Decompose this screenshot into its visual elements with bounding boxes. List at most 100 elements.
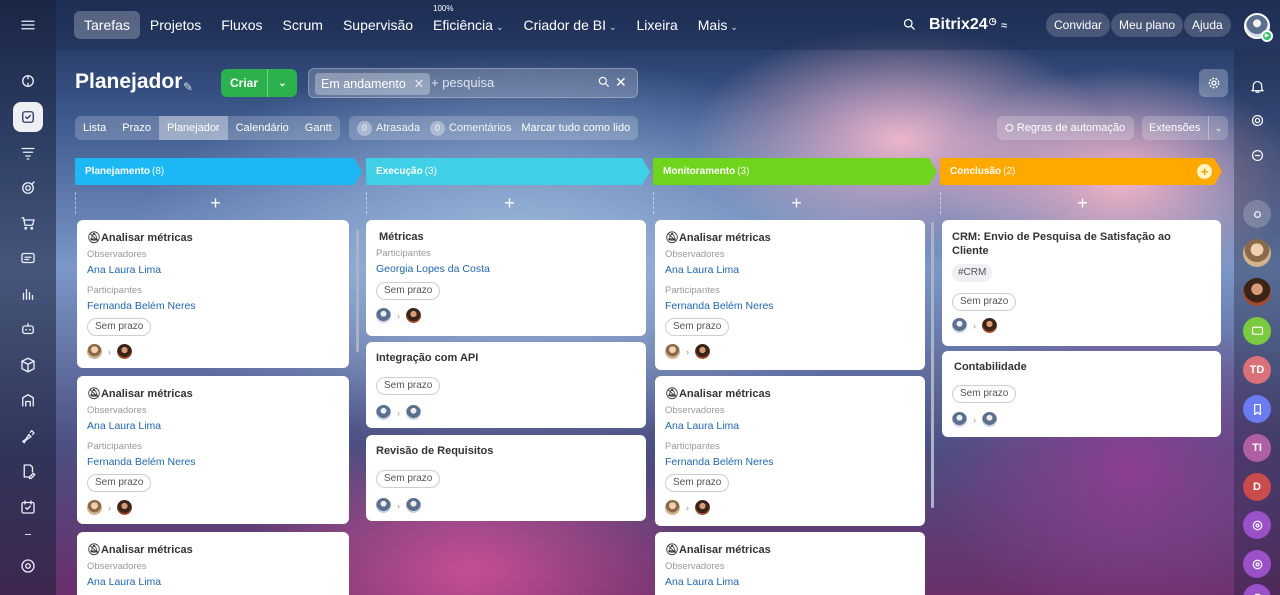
menu-icon[interactable]: [16, 13, 40, 37]
openlines-icon[interactable]: [1243, 511, 1271, 539]
avatar[interactable]: [982, 318, 997, 333]
avatar[interactable]: [406, 405, 421, 420]
avatar[interactable]: [87, 344, 102, 359]
extensions-button[interactable]: Extensões ⌄: [1142, 116, 1228, 140]
participant-link[interactable]: Fernanda Belém Neres: [87, 456, 339, 468]
task-card[interactable]: 🔕︎Analisar métricas Observadores Ana Lau…: [77, 376, 349, 524]
add-column-icon[interactable]: +: [1197, 164, 1212, 179]
task-card[interactable]: Contabilidade Sem prazo ›: [942, 351, 1221, 437]
tag-chip[interactable]: #CRM: [952, 264, 993, 282]
avatar[interactable]: [376, 498, 391, 513]
search-people-icon[interactable]: [1243, 200, 1271, 228]
counter-comments[interactable]: 0 Comentários: [430, 120, 511, 136]
column-header[interactable]: Planejamento (8): [75, 158, 362, 185]
avatar[interactable]: [952, 412, 967, 427]
automation-rules-button[interactable]: ⛭ Regras de automação: [997, 116, 1135, 140]
tab-calendario[interactable]: Calendário: [228, 116, 297, 140]
observer-link[interactable]: Ana Laura Lima: [87, 420, 339, 432]
task-card[interactable]: Revisão de Requisitos Sem prazo ›: [366, 435, 646, 521]
pin-icon[interactable]: ✎: [183, 80, 193, 94]
brand-logo[interactable]: Bitrix24◷ ≈: [929, 16, 1007, 34]
observer-link[interactable]: Ana Laura Lima: [665, 264, 915, 276]
openlines-icon[interactable]: [1243, 550, 1271, 578]
deadline-badge[interactable]: Sem prazo: [376, 470, 441, 488]
deadline-badge[interactable]: Sem prazo: [376, 282, 441, 300]
document-edit-icon[interactable]: [16, 459, 40, 483]
add-task-button[interactable]: +: [366, 192, 652, 214]
nav-item-projetos[interactable]: Projetos: [140, 11, 211, 39]
group-chat-icon[interactable]: [1243, 317, 1271, 345]
tab-lista[interactable]: Lista: [75, 116, 114, 140]
gear-icon[interactable]: [1199, 69, 1228, 97]
box-icon[interactable]: [16, 353, 40, 377]
invite-button[interactable]: Convidar: [1046, 13, 1111, 37]
task-card[interactable]: 🔕︎Analisar métricas Observadores Ana Lau…: [655, 532, 925, 595]
activity-stream-icon[interactable]: [16, 69, 40, 93]
nav-item-mais[interactable]: Mais ⌄: [688, 11, 748, 39]
sign-icon[interactable]: [16, 424, 40, 448]
chevron-down-icon[interactable]: ⌄: [268, 78, 297, 89]
tab-gantt[interactable]: Gantt: [297, 116, 340, 140]
nav-item-supervisao[interactable]: Supervisão: [333, 11, 423, 39]
observer-link[interactable]: Ana Laura Lima: [87, 576, 339, 588]
cart-icon[interactable]: [16, 211, 40, 235]
store-icon[interactable]: [16, 388, 40, 412]
contact-avatar[interactable]: [1243, 239, 1271, 267]
contact-initials[interactable]: TD: [1243, 356, 1271, 384]
avatar[interactable]: [117, 344, 132, 359]
task-card[interactable]: 🔕︎Analisar métricas Observadores Ana Lau…: [77, 532, 349, 595]
column-header[interactable]: Conclusão (2) +: [940, 158, 1222, 185]
nav-item-lixeira[interactable]: Lixeira: [627, 11, 688, 39]
deadline-badge[interactable]: Sem prazo: [665, 474, 730, 492]
deadline-badge[interactable]: Sem prazo: [665, 318, 730, 336]
participant-link[interactable]: Fernanda Belém Neres: [87, 300, 339, 312]
openlines-icon[interactable]: [1243, 584, 1271, 595]
mark-all-read-button[interactable]: Marcar tudo como lido: [521, 122, 630, 134]
avatar[interactable]: [117, 500, 132, 515]
contact-card-icon[interactable]: [16, 246, 40, 270]
deadline-badge[interactable]: Sem prazo: [952, 293, 1017, 311]
nav-item-eficiencia[interactable]: 100% Eficiência ⌄: [423, 5, 513, 39]
tasks-icon[interactable]: [13, 102, 43, 132]
add-task-button[interactable]: +: [940, 192, 1224, 214]
chevron-down-icon[interactable]: ⌄: [1208, 116, 1228, 140]
close-icon[interactable]: ✕: [414, 77, 424, 91]
tab-planejador[interactable]: Planejador: [159, 116, 228, 140]
target-icon[interactable]: [16, 176, 40, 200]
task-card[interactable]: Integração com API Sem prazo ›: [366, 342, 646, 428]
participant-link[interactable]: Georgia Lopes da Costa: [376, 263, 636, 275]
user-avatar[interactable]: ▶: [1244, 13, 1273, 42]
avatar[interactable]: [982, 412, 997, 427]
deadline-badge[interactable]: Sem prazo: [87, 474, 152, 492]
filter-stack-icon[interactable]: [16, 141, 40, 165]
deadline-badge[interactable]: Sem prazo: [952, 385, 1017, 403]
contact-initials[interactable]: TI: [1243, 434, 1271, 462]
task-card[interactable]: Métricas Participantes Georgia Lopes da …: [366, 220, 646, 336]
analytics-icon[interactable]: [16, 282, 40, 306]
avatar[interactable]: [87, 500, 102, 515]
search-input[interactable]: [431, 75, 591, 90]
filter-chip[interactable]: Em andamento ✕: [315, 73, 431, 95]
create-button-label[interactable]: Criar: [221, 69, 268, 97]
column-header[interactable]: Monitoramento (3): [653, 158, 937, 185]
avatar[interactable]: [695, 500, 710, 515]
task-card[interactable]: CRM: Envio de Pesquisa de Satisfação ao …: [942, 220, 1221, 346]
search-icon[interactable]: [597, 75, 611, 92]
search-icon[interactable]: [902, 17, 917, 35]
observer-link[interactable]: Ana Laura Lima: [87, 264, 339, 276]
deadline-badge[interactable]: Sem prazo: [376, 377, 441, 395]
copilot-icon[interactable]: [1243, 106, 1271, 134]
counter-overdue[interactable]: 0 Atrasada: [357, 120, 420, 136]
avatar[interactable]: [376, 308, 391, 323]
deadline-badge[interactable]: Sem prazo: [87, 318, 152, 336]
observer-link[interactable]: Ana Laura Lima: [665, 576, 915, 588]
nav-item-criador-de-bi[interactable]: Criador de BI ⌄: [513, 11, 626, 39]
observer-link[interactable]: Ana Laura Lima: [665, 420, 915, 432]
avatar[interactable]: [665, 500, 680, 515]
participant-link[interactable]: Fernanda Belém Neres: [665, 456, 915, 468]
nav-item-tarefas[interactable]: Tarefas: [74, 11, 140, 39]
add-task-button[interactable]: +: [653, 192, 939, 214]
calendar-check-icon[interactable]: [16, 495, 40, 519]
avatar[interactable]: [695, 344, 710, 359]
avatar[interactable]: [406, 308, 421, 323]
